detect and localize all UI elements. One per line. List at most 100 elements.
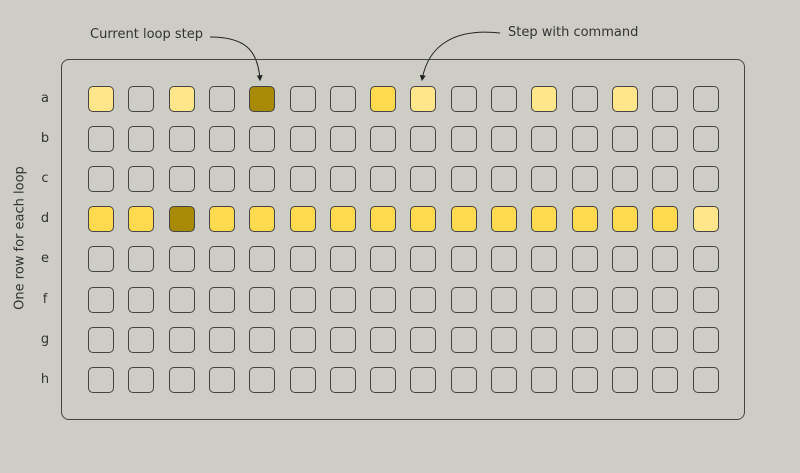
step-cell-a-14[interactable] — [612, 86, 638, 112]
step-cell-d-16[interactable] — [693, 206, 719, 232]
step-cell-b-3[interactable] — [169, 126, 195, 152]
step-cell-c-10[interactable] — [451, 166, 477, 192]
step-cell-b-8[interactable] — [370, 126, 396, 152]
step-cell-c-15[interactable] — [652, 166, 678, 192]
step-cell-h-7[interactable] — [330, 367, 356, 393]
step-cell-g-5[interactable] — [249, 327, 275, 353]
step-cell-f-11[interactable] — [491, 287, 517, 313]
step-cell-d-14[interactable] — [612, 206, 638, 232]
step-cell-e-14[interactable] — [612, 246, 638, 272]
step-cell-e-2[interactable] — [128, 246, 154, 272]
step-cell-a-11[interactable] — [491, 86, 517, 112]
step-cell-b-11[interactable] — [491, 126, 517, 152]
step-cell-g-9[interactable] — [410, 327, 436, 353]
step-cell-h-4[interactable] — [209, 367, 235, 393]
step-cell-e-16[interactable] — [693, 246, 719, 272]
step-cell-g-12[interactable] — [531, 327, 557, 353]
step-cell-e-10[interactable] — [451, 246, 477, 272]
step-cell-e-4[interactable] — [209, 246, 235, 272]
step-cell-f-9[interactable] — [410, 287, 436, 313]
step-cell-d-1[interactable] — [88, 206, 114, 232]
step-cell-f-15[interactable] — [652, 287, 678, 313]
step-cell-d-3[interactable] — [169, 206, 195, 232]
step-cell-f-2[interactable] — [128, 287, 154, 313]
step-cell-c-16[interactable] — [693, 166, 719, 192]
step-cell-b-2[interactable] — [128, 126, 154, 152]
step-cell-d-2[interactable] — [128, 206, 154, 232]
step-cell-b-1[interactable] — [88, 126, 114, 152]
step-cell-g-8[interactable] — [370, 327, 396, 353]
step-cell-h-16[interactable] — [693, 367, 719, 393]
step-cell-d-10[interactable] — [451, 206, 477, 232]
step-cell-g-7[interactable] — [330, 327, 356, 353]
step-cell-e-5[interactable] — [249, 246, 275, 272]
step-cell-c-11[interactable] — [491, 166, 517, 192]
step-cell-a-12[interactable] — [531, 86, 557, 112]
step-cell-a-9[interactable] — [410, 86, 436, 112]
step-cell-h-11[interactable] — [491, 367, 517, 393]
step-cell-g-4[interactable] — [209, 327, 235, 353]
step-cell-g-10[interactable] — [451, 327, 477, 353]
step-cell-f-8[interactable] — [370, 287, 396, 313]
step-cell-g-16[interactable] — [693, 327, 719, 353]
step-cell-d-4[interactable] — [209, 206, 235, 232]
step-cell-b-12[interactable] — [531, 126, 557, 152]
step-cell-c-9[interactable] — [410, 166, 436, 192]
step-cell-g-11[interactable] — [491, 327, 517, 353]
step-cell-e-9[interactable] — [410, 246, 436, 272]
step-cell-a-5[interactable] — [249, 86, 275, 112]
step-cell-a-3[interactable] — [169, 86, 195, 112]
step-cell-c-5[interactable] — [249, 166, 275, 192]
step-cell-h-5[interactable] — [249, 367, 275, 393]
step-cell-d-12[interactable] — [531, 206, 557, 232]
step-cell-h-10[interactable] — [451, 367, 477, 393]
step-cell-h-13[interactable] — [572, 367, 598, 393]
step-cell-b-15[interactable] — [652, 126, 678, 152]
step-cell-h-12[interactable] — [531, 367, 557, 393]
step-cell-c-1[interactable] — [88, 166, 114, 192]
step-cell-f-1[interactable] — [88, 287, 114, 313]
step-cell-a-7[interactable] — [330, 86, 356, 112]
step-cell-h-6[interactable] — [290, 367, 316, 393]
step-cell-b-4[interactable] — [209, 126, 235, 152]
step-cell-f-14[interactable] — [612, 287, 638, 313]
step-cell-e-11[interactable] — [491, 246, 517, 272]
step-cell-a-15[interactable] — [652, 86, 678, 112]
step-cell-c-2[interactable] — [128, 166, 154, 192]
step-cell-h-14[interactable] — [612, 367, 638, 393]
step-cell-h-15[interactable] — [652, 367, 678, 393]
step-cell-f-7[interactable] — [330, 287, 356, 313]
step-cell-c-7[interactable] — [330, 166, 356, 192]
step-cell-f-3[interactable] — [169, 287, 195, 313]
step-cell-h-1[interactable] — [88, 367, 114, 393]
step-cell-a-8[interactable] — [370, 86, 396, 112]
step-cell-h-2[interactable] — [128, 367, 154, 393]
step-cell-g-15[interactable] — [652, 327, 678, 353]
step-cell-d-13[interactable] — [572, 206, 598, 232]
step-cell-b-14[interactable] — [612, 126, 638, 152]
step-cell-d-8[interactable] — [370, 206, 396, 232]
step-cell-c-14[interactable] — [612, 166, 638, 192]
step-cell-c-8[interactable] — [370, 166, 396, 192]
step-cell-g-13[interactable] — [572, 327, 598, 353]
step-cell-a-13[interactable] — [572, 86, 598, 112]
step-cell-b-7[interactable] — [330, 126, 356, 152]
step-cell-c-13[interactable] — [572, 166, 598, 192]
step-cell-b-16[interactable] — [693, 126, 719, 152]
step-cell-g-3[interactable] — [169, 327, 195, 353]
step-cell-b-5[interactable] — [249, 126, 275, 152]
step-cell-d-15[interactable] — [652, 206, 678, 232]
step-cell-b-10[interactable] — [451, 126, 477, 152]
step-cell-e-8[interactable] — [370, 246, 396, 272]
step-cell-f-13[interactable] — [572, 287, 598, 313]
step-cell-d-9[interactable] — [410, 206, 436, 232]
step-cell-g-2[interactable] — [128, 327, 154, 353]
step-cell-g-14[interactable] — [612, 327, 638, 353]
step-cell-d-5[interactable] — [249, 206, 275, 232]
step-cell-d-11[interactable] — [491, 206, 517, 232]
step-cell-b-6[interactable] — [290, 126, 316, 152]
step-cell-e-12[interactable] — [531, 246, 557, 272]
step-cell-a-16[interactable] — [693, 86, 719, 112]
step-cell-f-16[interactable] — [693, 287, 719, 313]
step-cell-c-3[interactable] — [169, 166, 195, 192]
